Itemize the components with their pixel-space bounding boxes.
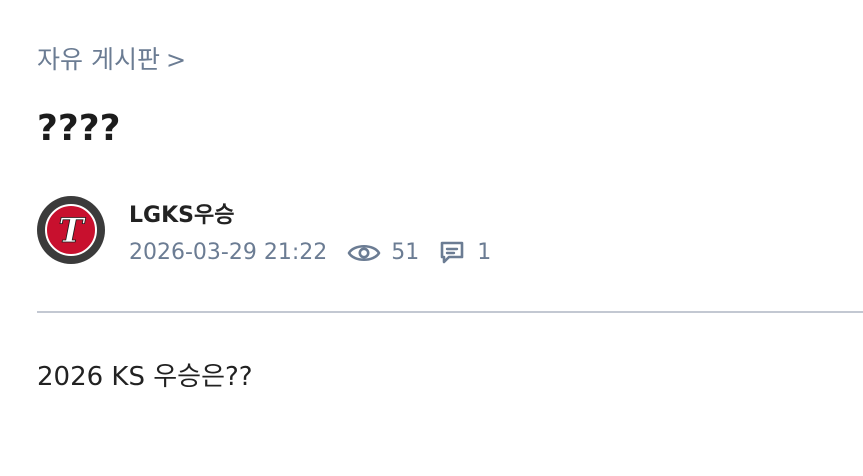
breadcrumb-board-link[interactable]: 자유 게시판 bbox=[37, 42, 160, 78]
post-date: 2026-03-29 21:22 bbox=[129, 240, 328, 265]
team-logo-letter: T bbox=[58, 211, 86, 251]
author-info: LGKS우승 2026-03-29 21:22 51 1 bbox=[129, 196, 491, 268]
post-body: 2026 KS 우승은?? bbox=[37, 362, 253, 392]
view-count-value: 51 bbox=[391, 240, 420, 265]
avatar[interactable]: T bbox=[37, 196, 105, 264]
eye-icon bbox=[347, 244, 381, 262]
author-name[interactable]: LGKS우승 bbox=[129, 200, 491, 232]
breadcrumb[interactable]: 자유 게시판 > bbox=[37, 42, 186, 78]
comment-icon bbox=[440, 241, 464, 264]
author-row: T LGKS우승 2026-03-29 21:22 51 1 bbox=[37, 196, 491, 268]
view-count: 51 bbox=[347, 238, 419, 268]
divider bbox=[37, 311, 863, 313]
breadcrumb-separator: > bbox=[165, 46, 187, 74]
post-title: ???? bbox=[37, 108, 121, 149]
comment-count-value: 1 bbox=[477, 240, 492, 265]
comment-count[interactable]: 1 bbox=[439, 238, 491, 268]
post-meta: 2026-03-29 21:22 51 1 bbox=[129, 238, 491, 268]
team-logo-icon: T bbox=[45, 204, 97, 256]
